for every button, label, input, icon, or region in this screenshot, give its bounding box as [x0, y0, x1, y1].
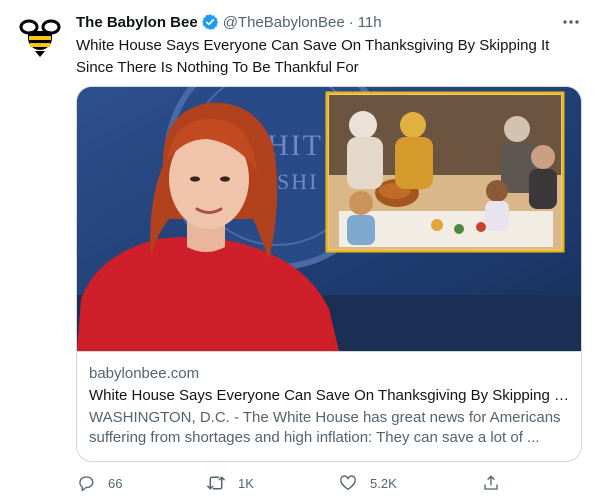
svg-text:SHI: SHI: [277, 169, 318, 194]
card-domain: babylonbee.com: [89, 365, 200, 382]
share-icon: [481, 473, 501, 493]
card-meta[interactable]: babylonbee.com White House Says Everyone…: [77, 351, 581, 461]
retweet-count: 1K: [238, 475, 254, 491]
tweet-header: The Babylon Bee @TheBabylonBee · 11h: [76, 11, 582, 33]
article-photo: HIT SHI: [77, 87, 581, 351]
share-button[interactable]: [481, 470, 501, 496]
action-bar: 66 1K 5.2K: [76, 470, 588, 496]
display-name[interactable]: The Babylon Bee: [76, 14, 198, 31]
bee-logo-icon: [19, 19, 61, 57]
link-card[interactable]: HIT SHI babylonbee.com White House Says …: [76, 86, 582, 462]
separator-dot: ·: [348, 13, 354, 31]
svg-text:HIT: HIT: [267, 129, 323, 162]
avatar[interactable]: [16, 12, 64, 60]
verified-badge-icon: [201, 13, 219, 31]
like-count: 5.2K: [370, 475, 397, 491]
heart-icon: [338, 473, 358, 493]
card-description: WASHINGTON, D.C. - The White House has g…: [89, 409, 561, 446]
card-title: White House Says Everyone Can Save On Th…: [89, 387, 569, 404]
retweet-button[interactable]: 1K: [206, 470, 254, 496]
reply-icon: [76, 473, 96, 493]
tweet-text: White House Says Everyone Can Save On Th…: [76, 37, 550, 76]
handle[interactable]: @TheBabylonBee: [223, 14, 345, 31]
reply-button[interactable]: 66: [76, 470, 122, 496]
tweet[interactable]: The Babylon Bee @TheBabylonBee · 11h Whi…: [0, 0, 598, 504]
more-options-icon[interactable]: [560, 12, 582, 32]
timestamp[interactable]: 11h: [358, 14, 382, 31]
card-image[interactable]: HIT SHI: [77, 87, 581, 351]
like-button[interactable]: 5.2K: [338, 470, 397, 496]
reply-count: 66: [108, 475, 123, 491]
retweet-icon: [206, 473, 226, 493]
